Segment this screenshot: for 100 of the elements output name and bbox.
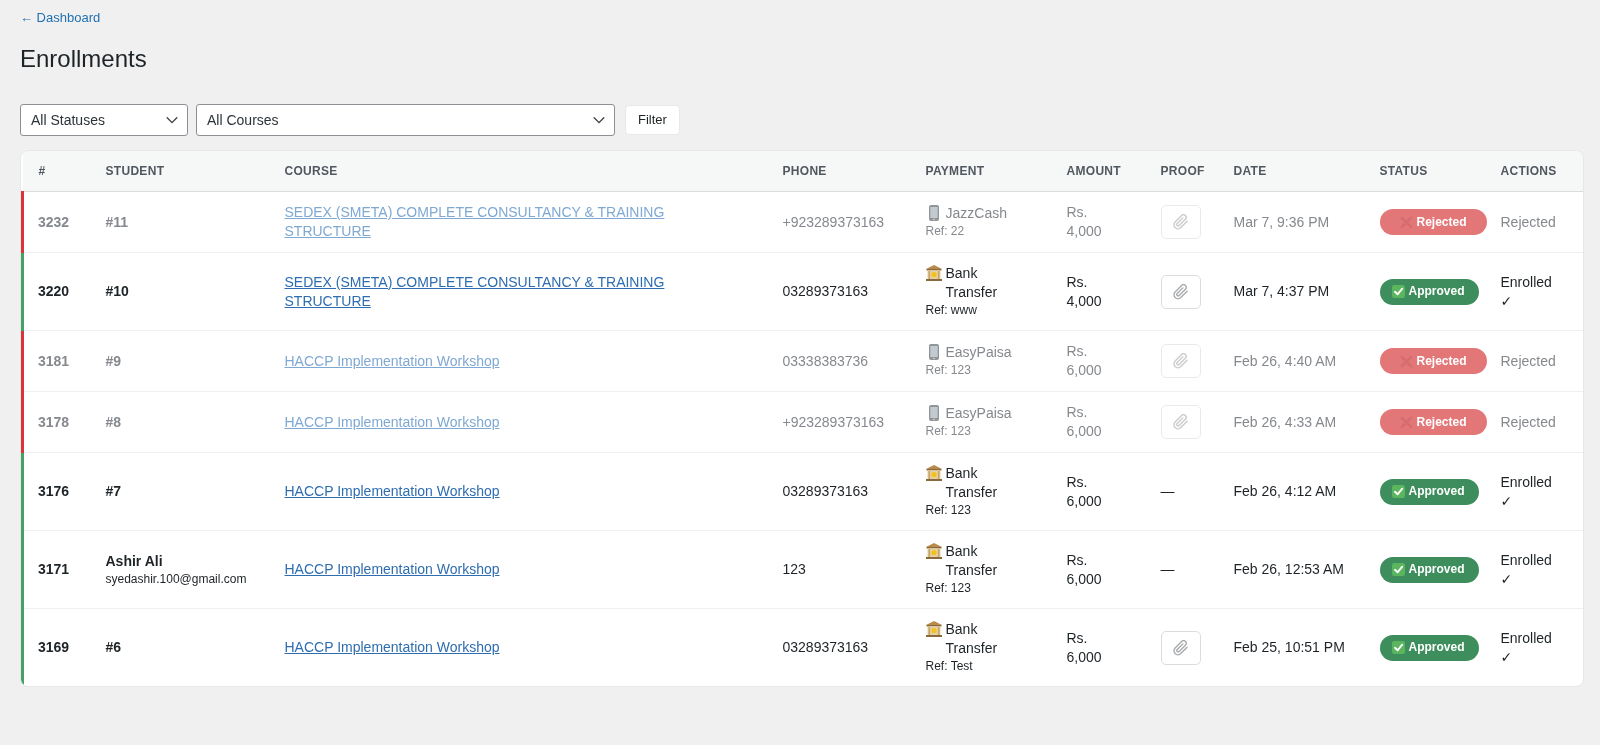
payment-method: EasyPaisa	[945, 404, 1012, 423]
column-header: ACTIONS	[1484, 151, 1583, 192]
action-status: Enrolled ✓	[1484, 252, 1583, 331]
paperclip-icon	[1172, 414, 1189, 430]
student-name: Ashir Ali	[105, 552, 164, 571]
table-cell: 03289373163	[766, 452, 910, 531]
status-dropdown[interactable]: All Statuses	[20, 104, 188, 136]
amount-text: Rs. 6,000	[1066, 403, 1103, 441]
table-cell: 3181	[22, 330, 90, 392]
table-cell: Feb 25, 10:51 PM	[1217, 608, 1364, 686]
student-email: syedashir.100@gmail.com	[105, 571, 248, 587]
amount-text: Rs. 4,000	[1066, 272, 1103, 311]
table-cell: 3169	[22, 608, 90, 686]
payment-reference: Ref: 123	[925, 502, 972, 519]
paperclip-icon	[1172, 353, 1189, 369]
status-badge: Approved	[1379, 478, 1479, 505]
checkmark-icon	[1391, 285, 1405, 298]
payment-method: EasyPaisa	[945, 343, 1012, 362]
table-cell: #8	[89, 391, 269, 453]
table-cell: Feb 26, 4:40 AM	[1217, 330, 1364, 392]
table-cell: +923289373163	[766, 391, 910, 453]
payment-method: JazzCash	[945, 204, 1007, 223]
action-status: Enrolled ✓	[1484, 452, 1583, 531]
action-status: Rejected	[1484, 191, 1583, 253]
column-header: PROOF	[1144, 151, 1218, 192]
proof-button[interactable]	[1160, 205, 1201, 239]
amount-text: Rs. 6,000	[1066, 550, 1103, 589]
paperclip-icon	[1172, 283, 1189, 300]
amount-text: Rs. 6,000	[1066, 342, 1103, 380]
table-cell: Mar 7, 9:36 PM	[1217, 191, 1364, 253]
status-badge: Rejected	[1379, 348, 1487, 374]
payment-reference: Ref: 22	[925, 223, 966, 240]
action-status: Enrolled ✓	[1484, 530, 1583, 609]
back-link[interactable]: ← Dashboard	[20, 9, 101, 27]
column-header: #	[22, 151, 90, 192]
table-cell: #9	[89, 330, 269, 392]
table-cell: 03338383736	[766, 330, 910, 392]
table-cell: #10	[89, 252, 269, 331]
table-cell: 3176	[22, 452, 90, 531]
proof-button[interactable]	[1160, 630, 1201, 665]
amount-text: Rs. 4,000	[1066, 203, 1103, 241]
status-badge: Approved	[1379, 278, 1479, 305]
table-cell: #11	[89, 191, 269, 253]
table-cell: 3178	[22, 391, 90, 453]
page-title: Enrollments	[20, 44, 148, 74]
column-header: AMOUNT	[1050, 151, 1145, 192]
payment-reference: Ref: 123	[925, 423, 972, 440]
table-cell: 3171	[22, 530, 90, 609]
course-link[interactable]: HACCP Implementation Workshop	[284, 560, 500, 579]
bank-icon	[925, 265, 942, 281]
table-cell: 03289373163	[766, 252, 910, 331]
proof-button[interactable]	[1160, 344, 1201, 378]
checkmark-icon	[1391, 563, 1405, 576]
bank-icon	[925, 465, 942, 481]
course-link[interactable]: HACCP Implementation Workshop	[284, 638, 500, 657]
action-status: Enrolled ✓	[1484, 608, 1583, 686]
payment-method: Bank Transfer	[945, 620, 999, 658]
bank-icon	[925, 543, 942, 559]
amount-text: Rs. 6,000	[1066, 472, 1103, 511]
proof-button[interactable]	[1160, 274, 1201, 309]
table-cell: Feb 26, 4:33 AM	[1217, 391, 1364, 453]
proof-button[interactable]	[1160, 405, 1201, 439]
payment-reference: Ref: 123	[925, 362, 972, 379]
table-cell: #7	[89, 452, 269, 531]
status-badge: Approved	[1379, 634, 1479, 661]
paperclip-icon	[1172, 214, 1189, 230]
bank-icon	[925, 621, 942, 637]
table-cell: 3232	[22, 191, 90, 253]
payment-method: Bank Transfer	[945, 464, 999, 502]
column-header: STUDENT	[89, 151, 269, 192]
status-badge: Approved	[1379, 556, 1479, 583]
column-header: PAYMENT	[909, 151, 1051, 192]
payment-reference: Ref: www	[925, 302, 978, 319]
column-header: COURSE	[268, 151, 767, 192]
table-cell: 3220	[22, 252, 90, 331]
course-link[interactable]: SEDEX (SMETA) COMPLETE CONSULTANCY & TRAINING STRUCTURE	[284, 272, 705, 311]
status-badge: Rejected	[1379, 209, 1487, 235]
filter-button[interactable]: Filter	[625, 105, 680, 135]
table-cell: Feb 26, 4:12 AM	[1217, 452, 1364, 531]
amount-text: Rs. 6,000	[1066, 628, 1103, 667]
course-link[interactable]: HACCP Implementation Workshop	[284, 482, 500, 501]
table-cell: —	[1144, 530, 1218, 609]
table-cell: 123	[766, 530, 910, 609]
status-badge: Rejected	[1379, 409, 1487, 435]
paperclip-icon	[1172, 639, 1189, 656]
table-cell: #6	[89, 608, 269, 686]
action-status: Rejected	[1484, 330, 1583, 392]
table-cell: —	[1144, 452, 1218, 531]
column-header: PHONE	[766, 151, 910, 192]
payment-method: Bank Transfer	[945, 542, 999, 580]
table-cell: 03289373163	[766, 608, 910, 686]
table-cell: Mar 7, 4:37 PM	[1217, 252, 1364, 331]
payment-reference: Ref: 123	[925, 580, 972, 597]
course-dropdown[interactable]: All Courses	[196, 104, 615, 136]
payment-reference: Ref: Test	[925, 658, 974, 675]
payment-method: Bank Transfer	[945, 264, 999, 302]
checkmark-icon	[1391, 641, 1405, 654]
column-header: STATUS	[1363, 151, 1485, 192]
column-header: DATE	[1217, 151, 1364, 192]
action-status: Rejected	[1484, 391, 1583, 453]
